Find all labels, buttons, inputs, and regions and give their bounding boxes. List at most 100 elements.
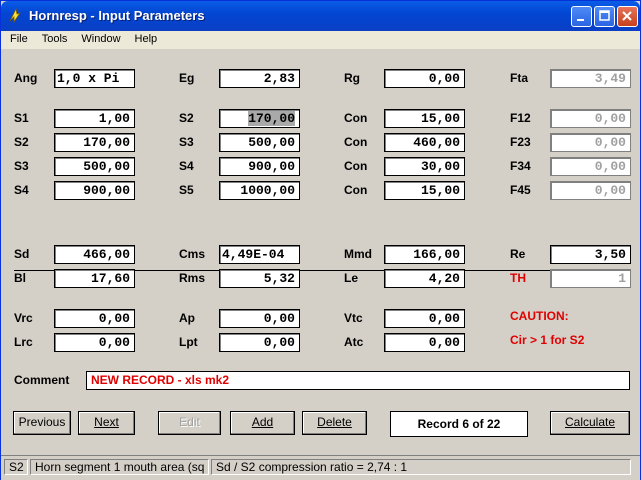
param-field-f23[interactable]: 0,00 (550, 133, 631, 152)
maximize-button[interactable] (594, 6, 615, 27)
param-label-bl: Bl (14, 271, 26, 285)
param-field-re[interactable]: 3,50 (550, 245, 631, 264)
minimize-icon (577, 19, 584, 21)
param-label-vrc: Vrc (14, 311, 33, 325)
param-label-s5: S5 (179, 183, 194, 197)
previous-button[interactable]: Previous (13, 411, 71, 435)
close-icon (622, 11, 632, 21)
param-field-th[interactable]: 1 (550, 269, 631, 288)
param-field-ang[interactable]: 1,0 x Pi (54, 69, 135, 88)
param-label-ap: Ap (179, 311, 195, 325)
menu-tools[interactable]: Tools (33, 31, 73, 45)
param-label-f34: F34 (510, 159, 531, 173)
param-field-le[interactable]: 4,20 (384, 269, 465, 288)
minimize-button[interactable] (571, 6, 592, 27)
param-field-con[interactable]: 15,00 (384, 109, 465, 128)
param-label-sd: Sd (14, 247, 30, 261)
param-field-mmd[interactable]: 166,00 (384, 245, 465, 264)
add-button[interactable]: Add (230, 411, 295, 435)
param-label-lpt: Lpt (179, 335, 198, 349)
param-label-s3: S3 (14, 159, 29, 173)
param-field-s3[interactable]: 500,00 (219, 133, 300, 152)
param-field-f45[interactable]: 0,00 (550, 181, 631, 200)
status-ratio: Sd / S2 compression ratio = 2,74 : 1 (211, 459, 631, 475)
param-label-fta: Fta (510, 71, 528, 85)
param-field-s3[interactable]: 500,00 (54, 157, 135, 176)
input-parameters-panel: CAUTION: Cir > 1 for S2 Comment NEW RECO… (4, 51, 637, 455)
app-window: Hornresp - Input Parameters File Tools Win… (0, 0, 641, 480)
param-field-eg[interactable]: 2,83 (219, 69, 300, 88)
param-field-s5[interactable]: 1000,00 (219, 181, 300, 200)
param-label-rg: Rg (344, 71, 360, 85)
param-label-atc: Atc (344, 335, 364, 349)
menu-help[interactable]: Help (126, 31, 163, 45)
maximize-icon (599, 10, 610, 21)
param-field-vtc[interactable]: 0,00 (384, 309, 465, 328)
edit-button[interactable]: Edit (158, 411, 221, 435)
param-field-rms[interactable]: 5,32 (219, 269, 300, 288)
caution-title: CAUTION: (510, 309, 569, 323)
param-label-rms: Rms (179, 271, 206, 285)
selected-text: 170,00 (248, 111, 295, 126)
menu-file[interactable]: File (1, 31, 33, 45)
title-bar[interactable]: Hornresp - Input Parameters (1, 1, 640, 31)
param-label-s2: S2 (14, 135, 29, 149)
caution-message: Cir > 1 for S2 (510, 333, 585, 347)
param-label-s4: S4 (14, 183, 29, 197)
delete-button[interactable]: Delete (302, 411, 367, 435)
param-label-re: Re (510, 247, 526, 261)
param-label-s3: S3 (179, 135, 194, 149)
status-field: S2 (4, 459, 28, 475)
param-label-s2: S2 (179, 111, 194, 125)
param-label-cms: Cms (179, 247, 206, 261)
param-field-rg[interactable]: 0,00 (384, 69, 465, 88)
param-field-lrc[interactable]: 0,00 (54, 333, 135, 352)
param-field-bl[interactable]: 17,60 (54, 269, 135, 288)
param-label-s4: S4 (179, 159, 194, 173)
param-label-lrc: Lrc (14, 335, 33, 349)
param-field-con[interactable]: 460,00 (384, 133, 465, 152)
param-field-cms[interactable]: 4,49E-04 (219, 245, 300, 264)
param-label-ang: Ang (14, 71, 38, 85)
param-label-f45: F45 (510, 183, 531, 197)
param-field-con[interactable]: 15,00 (384, 181, 465, 200)
param-label-con: Con (344, 183, 368, 197)
calculate-button[interactable]: Calculate (550, 411, 630, 435)
param-field-s4[interactable]: 900,00 (219, 157, 300, 176)
param-field-vrc[interactable]: 0,00 (54, 309, 135, 328)
param-label-con: Con (344, 135, 368, 149)
param-label-f23: F23 (510, 135, 531, 149)
param-field-s4[interactable]: 900,00 (54, 181, 135, 200)
status-bar: S2 Horn segment 1 mouth area (sq cm) Sd … (1, 455, 640, 480)
param-label-vtc: Vtc (344, 311, 363, 325)
param-field-lpt[interactable]: 0,00 (219, 333, 300, 352)
param-label-con: Con (344, 159, 368, 173)
param-label-s1: S1 (14, 111, 29, 125)
param-field-fta[interactable]: 3,49 (550, 69, 631, 88)
param-label-th: TH (510, 271, 526, 285)
window-title: Hornresp - Input Parameters (29, 8, 205, 23)
param-label-f12: F12 (510, 111, 531, 125)
param-field-con[interactable]: 30,00 (384, 157, 465, 176)
status-description: Horn segment 1 mouth area (sq cm) (30, 459, 209, 475)
param-field-s1[interactable]: 1,00 (54, 109, 135, 128)
param-label-mmd: Mmd (344, 247, 372, 261)
param-label-eg: Eg (179, 71, 195, 85)
menu-bar: File Tools Window Help (1, 31, 640, 49)
param-field-atc[interactable]: 0,00 (384, 333, 465, 352)
param-field-f34[interactable]: 0,00 (550, 157, 631, 176)
next-button[interactable]: Next (78, 411, 135, 435)
param-field-s2[interactable]: 170,00 (219, 109, 300, 128)
record-indicator: Record 6 of 22 (390, 411, 528, 437)
param-field-f12[interactable]: 0,00 (550, 109, 631, 128)
param-label-le: Le (344, 271, 359, 285)
param-field-ap[interactable]: 0,00 (219, 309, 300, 328)
menu-window[interactable]: Window (72, 31, 125, 45)
comment-label: Comment (14, 373, 70, 387)
param-field-sd[interactable]: 466,00 (54, 245, 135, 264)
param-field-s2[interactable]: 170,00 (54, 133, 135, 152)
close-button[interactable] (617, 6, 638, 27)
app-lightning-icon (9, 7, 21, 23)
param-label-con: Con (344, 111, 368, 125)
comment-field[interactable]: NEW RECORD - xls mk2 (86, 371, 630, 390)
